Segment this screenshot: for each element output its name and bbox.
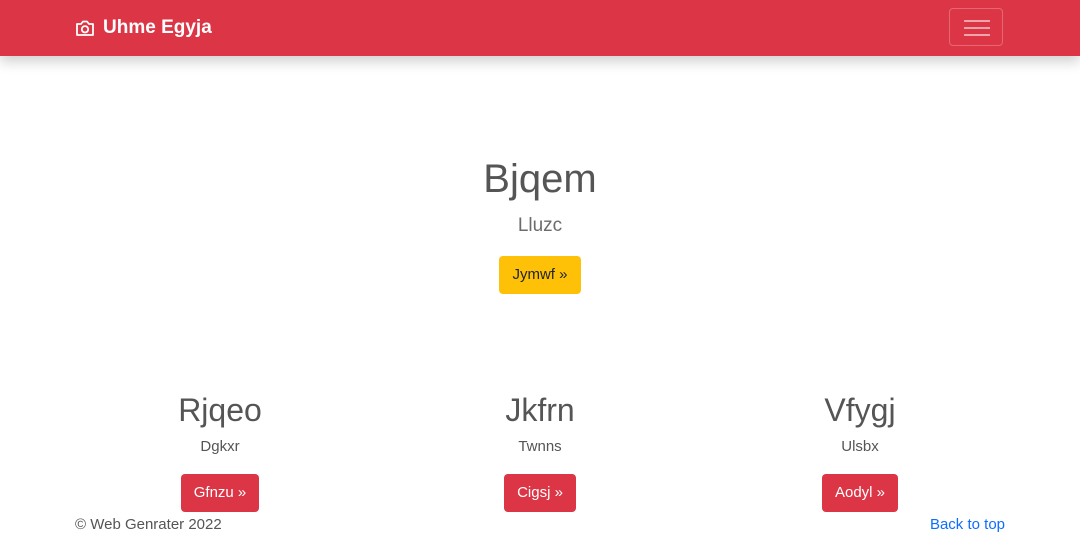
brand-link[interactable]: Uhme Egyja — [75, 14, 212, 42]
feature-text: Dgkxr — [200, 438, 240, 455]
feature-text: Ulsbx — [841, 438, 879, 455]
feature-column-2: Jkfrn Twnns Cigsj » — [390, 388, 690, 512]
feature-title: Rjqeo — [178, 392, 262, 428]
navbar: Uhme Egyja — [0, 0, 1080, 56]
feature-title: Jkfrn — [505, 392, 575, 428]
feature-title: Vfygj — [824, 392, 896, 428]
camera-icon — [75, 19, 95, 37]
back-to-top-link[interactable]: Back to top — [930, 515, 1005, 535]
feature-button[interactable]: Aodyl » — [821, 474, 899, 512]
feature-text: Twnns — [518, 438, 562, 455]
hero-title: Bjqem — [483, 157, 597, 201]
feature-button[interactable]: Gfnzu » — [180, 474, 260, 512]
hero-button[interactable]: Jymwf » — [499, 256, 581, 294]
hero-section: Bjqem Lluzc Jymwf » — [0, 150, 1080, 294]
brand-text: Uhme Egyja — [103, 17, 212, 38]
feature-column-3: Vfygj Ulsbx Aodyl » — [710, 388, 1010, 512]
feature-button[interactable]: Cigsj » — [504, 474, 576, 512]
feature-column-1: Rjqeo Dgkxr Gfnzu » — [70, 388, 370, 512]
hero-subtitle: Lluzc — [517, 215, 563, 236]
footer-copyright: © Web Genrater 2022 — [75, 516, 222, 533]
navbar-toggler-button[interactable] — [949, 8, 1003, 46]
